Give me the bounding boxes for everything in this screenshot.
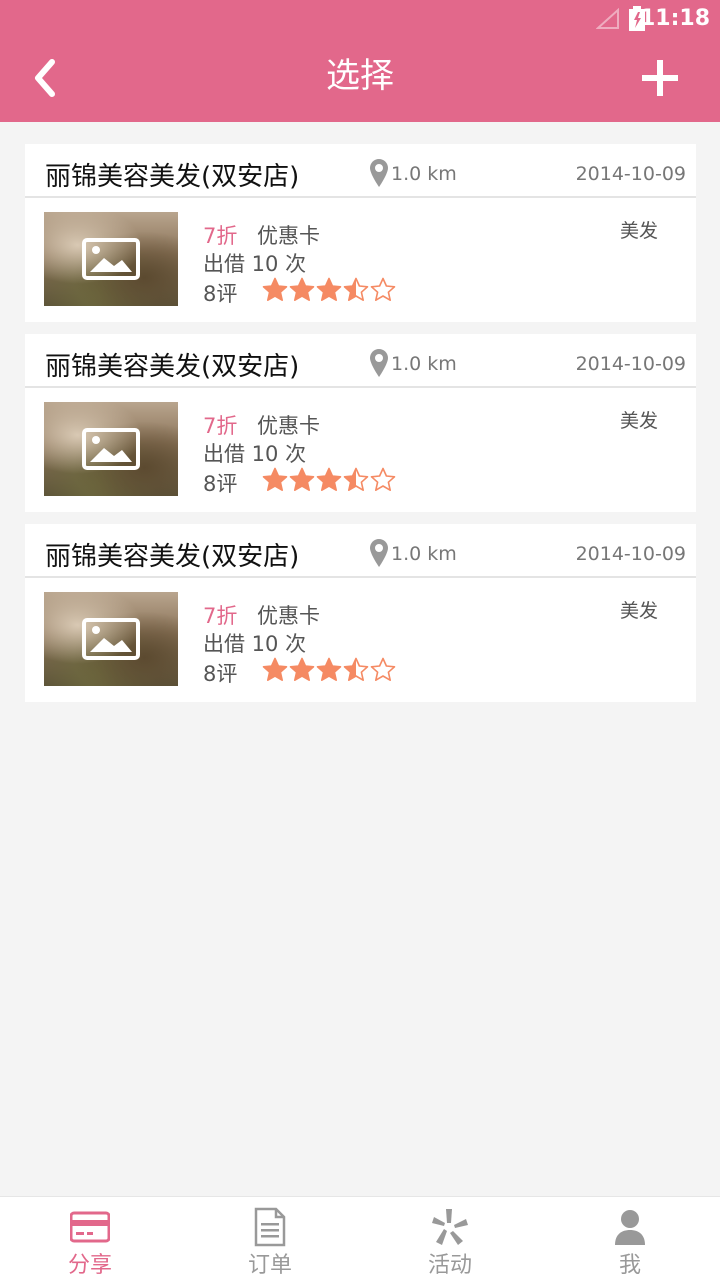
location-pin-icon (370, 349, 388, 377)
star-half-icon (343, 277, 369, 301)
discount: 7折 (203, 414, 238, 438)
store-list: 丽锦美容美发(双安店) 1.0 km 2014-10-09 7折 优惠卡 出借 … (25, 144, 696, 714)
star-empty-icon (370, 467, 396, 491)
star-full-icon (262, 467, 288, 491)
nav-label: 分享 (67, 1253, 112, 1278)
store-thumbnail (44, 402, 178, 496)
category: 美发 (620, 600, 659, 622)
date: 2014-10-09 (575, 353, 686, 375)
lend-count: 出借 10 次 (203, 252, 307, 276)
star-full-icon (289, 467, 315, 491)
person-icon (615, 1210, 645, 1245)
app-bar: 11:18 选择 (0, 0, 720, 122)
store-card[interactable]: 丽锦美容美发(双安店) 1.0 km 2014-10-09 7折 优惠卡 出借 … (25, 334, 696, 512)
star-half-icon (343, 657, 369, 681)
nav-item-share[interactable]: 分享 (0, 1197, 180, 1280)
discount: 7折 (203, 224, 238, 248)
star-full-icon (289, 277, 315, 301)
location-pin-icon (370, 159, 388, 187)
status-time: 11:18 (639, 6, 710, 31)
star-full-icon (316, 277, 342, 301)
rating-stars (262, 467, 397, 493)
lend-count: 出借 10 次 (203, 632, 307, 656)
card-header: 丽锦美容美发(双安店) 1.0 km 2014-10-09 (25, 334, 696, 388)
document-icon (254, 1207, 286, 1247)
store-name: 丽锦美容美发(双安店) (45, 162, 300, 192)
discount: 7折 (203, 604, 238, 628)
category: 美发 (620, 410, 659, 432)
store-card[interactable]: 丽锦美容美发(双安店) 1.0 km 2014-10-09 7折 优惠卡 出借 … (25, 144, 696, 322)
card-header: 丽锦美容美发(双安店) 1.0 km 2014-10-09 (25, 144, 696, 198)
star-full-icon (262, 277, 288, 301)
star-full-icon (316, 467, 342, 491)
date: 2014-10-09 (575, 163, 686, 185)
rating-stars (262, 277, 397, 303)
lend-count: 出借 10 次 (203, 442, 307, 466)
distance: 1.0 km (391, 543, 457, 565)
image-placeholder-icon (82, 428, 140, 470)
distance: 1.0 km (391, 163, 457, 185)
star-full-icon (316, 657, 342, 681)
distance: 1.0 km (391, 353, 457, 375)
card-header: 丽锦美容美发(双安店) 1.0 km 2014-10-09 (25, 524, 696, 578)
nav-label: 我 (618, 1253, 641, 1278)
store-card[interactable]: 丽锦美容美发(双安店) 1.0 km 2014-10-09 7折 优惠卡 出借 … (25, 524, 696, 702)
nav-item-orders[interactable]: 订单 (180, 1197, 360, 1280)
signal-icon (596, 8, 619, 29)
store-name: 丽锦美容美发(双安店) (45, 352, 300, 382)
status-bar: 11:18 (0, 0, 720, 40)
nav-label: 活动 (427, 1253, 472, 1278)
store-thumbnail (44, 212, 178, 306)
review-count: 8评 (203, 282, 238, 306)
page-title: 选择 (326, 56, 394, 96)
category: 美发 (620, 220, 659, 242)
date: 2014-10-09 (575, 543, 686, 565)
image-placeholder-icon (82, 238, 140, 280)
store-thumbnail (44, 592, 178, 686)
star-full-icon (262, 657, 288, 681)
review-count: 8评 (203, 472, 238, 496)
rating-stars (262, 657, 397, 683)
card-type: 优惠卡 (257, 604, 320, 628)
location-pin-icon (370, 539, 388, 567)
image-placeholder-icon (82, 618, 140, 660)
nav-label: 订单 (247, 1253, 292, 1278)
activity-icon (432, 1209, 468, 1245)
star-empty-icon (370, 277, 396, 301)
plus-icon (642, 60, 678, 96)
nav-item-activity[interactable]: 活动 (360, 1197, 540, 1280)
add-button[interactable] (636, 54, 684, 102)
card-icon (70, 1211, 110, 1243)
store-name: 丽锦美容美发(双安店) (45, 542, 300, 572)
star-full-icon (289, 657, 315, 681)
card-type: 优惠卡 (257, 414, 320, 438)
star-empty-icon (370, 657, 396, 681)
review-count: 8评 (203, 662, 238, 686)
nav-item-me[interactable]: 我 (540, 1197, 720, 1280)
card-type: 优惠卡 (257, 224, 320, 248)
bottom-nav: 分享 订单 活动 我 (0, 1196, 720, 1280)
star-half-icon (343, 467, 369, 491)
